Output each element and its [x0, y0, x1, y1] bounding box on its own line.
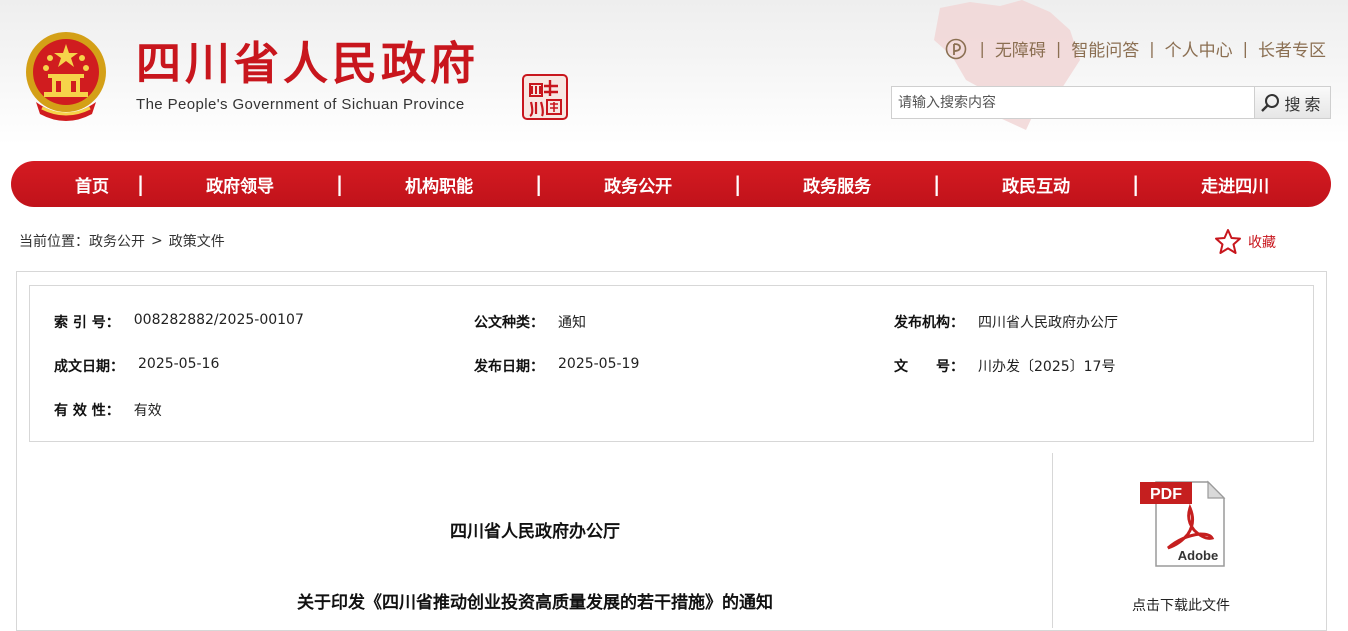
meta-index-value: 008282882/2025-00107	[133, 312, 304, 328]
meta-published-value: 2025-05-19	[558, 356, 640, 372]
meta-category-value: 通知	[558, 315, 586, 331]
metadata-row: 索 引 号： 008282882/2025-00107 公文种类： 通知 发布机…	[54, 312, 1314, 332]
favorite-label: 收藏	[1248, 234, 1276, 251]
search-input[interactable]	[892, 87, 1254, 118]
meta-category-label: 公文种类：	[474, 315, 544, 331]
document-title: 关于印发《四川省推动创业投资高质量发展的若干措施》的通知	[297, 593, 773, 613]
nav-separator: |	[335, 172, 344, 196]
meta-validity: 有 效 性： 有效	[54, 400, 481, 420]
site-title: 四川省人民政府	[136, 37, 480, 90]
site-header: 四川省人民政府 The People's Government of Sichu…	[0, 0, 1348, 145]
link-separator: |	[1242, 39, 1248, 58]
nav-item-home[interactable]: 首页	[51, 172, 137, 197]
download-file-link[interactable]: 点击下载此文件	[1100, 595, 1262, 615]
meta-published-label: 发布日期：	[474, 359, 544, 375]
smart-qa-link[interactable]: 智能问答	[1071, 36, 1139, 61]
nav-item-interaction[interactable]: 政民互动	[940, 172, 1132, 197]
link-separator: |	[1149, 39, 1155, 58]
meta-written-label: 成文日期：	[54, 359, 124, 375]
breadcrumb-item-openness[interactable]: 政务公开	[89, 231, 145, 251]
meta-docno-value: 川办发〔2025〕17号	[978, 359, 1116, 375]
main-nav: 首页 | 政府领导 | 机构职能 | 政务公开 | 政务服务 | 政民互动 | …	[11, 161, 1331, 207]
nav-separator: |	[932, 172, 941, 196]
meta-validity-label: 有 效 性：	[54, 403, 120, 419]
accessibility-link[interactable]: 无障碍	[995, 36, 1046, 61]
document-metadata: 索 引 号： 008282882/2025-00107 公文种类： 通知 发布机…	[29, 285, 1314, 442]
metadata-row: 成文日期： 2025-05-16 发布日期： 2025-05-19 文 号： 川…	[54, 356, 1314, 376]
meta-docno-label: 文 号：	[894, 359, 964, 375]
pdf-icon[interactable]: PDF Adobe	[1138, 478, 1228, 568]
meta-index-label: 索 引 号：	[54, 315, 120, 331]
site-subtitle: The People's Government of Sichuan Provi…	[136, 96, 465, 113]
breadcrumb-prefix: 当前位置：	[19, 234, 89, 250]
star-icon	[1215, 229, 1241, 254]
meta-written-value: 2025-05-16	[138, 356, 220, 372]
nav-separator: |	[534, 172, 543, 196]
content-divider	[1052, 453, 1053, 628]
breadcrumb-separator: >	[151, 233, 163, 249]
search-box: 搜索	[891, 86, 1331, 119]
search-button-label: 搜索	[1284, 94, 1325, 114]
meta-published-date: 发布日期： 2025-05-19	[474, 356, 894, 376]
national-emblem-icon	[26, 32, 106, 121]
nav-item-leaders[interactable]: 政府领导	[144, 172, 336, 197]
document-issuer: 四川省人民政府办公厅	[450, 522, 620, 542]
nav-item-functions[interactable]: 机构职能	[343, 172, 535, 197]
meta-written-date: 成文日期： 2025-05-16	[54, 356, 474, 376]
search-icon	[1261, 93, 1280, 112]
meta-issuer-value: 四川省人民政府办公厅	[978, 315, 1118, 331]
personal-center-link[interactable]: 个人中心	[1165, 36, 1233, 61]
nav-item-openness[interactable]: 政务公开	[542, 172, 734, 197]
metadata-row: 有 效 性： 有效	[54, 400, 1314, 420]
meta-issuer: 发布机构： 四川省人民政府办公厅	[894, 312, 1314, 332]
favorite-button[interactable]: 收藏	[1214, 228, 1276, 255]
meta-category: 公文种类： 通知	[474, 312, 894, 332]
search-button[interactable]: 搜索	[1254, 87, 1330, 118]
breadcrumb-item-policy-documents[interactable]: 政策文件	[169, 231, 225, 251]
pdf-icon-label: PDF	[1150, 486, 1182, 503]
nav-separator: |	[733, 172, 742, 196]
china-sichuan-seal-logo	[522, 74, 568, 120]
elderly-zone-link[interactable]: 长者专区	[1258, 36, 1326, 61]
top-utility-links: | 无障碍 | 智能问答 | 个人中心 | 长者专区	[945, 36, 1326, 61]
link-separator: |	[1055, 39, 1062, 58]
meta-validity-value: 有效	[133, 403, 162, 419]
meta-document-number: 文 号： 川办发〔2025〕17号	[894, 356, 1314, 376]
nav-item-services[interactable]: 政务服务	[741, 172, 933, 197]
meta-issuer-label: 发布机构：	[894, 315, 964, 331]
adobe-brand-label: Adobe	[1178, 548, 1218, 563]
meta-index: 索 引 号： 008282882/2025-00107	[54, 312, 474, 332]
nav-separator: |	[1131, 172, 1140, 196]
nav-item-about-sichuan[interactable]: 走进四川	[1139, 172, 1331, 197]
breadcrumb: 当前位置： 政务公开 > 政策文件	[19, 231, 225, 251]
nav-separator: |	[136, 172, 145, 196]
link-separator: |	[979, 39, 985, 58]
pin-icon[interactable]	[945, 38, 967, 60]
